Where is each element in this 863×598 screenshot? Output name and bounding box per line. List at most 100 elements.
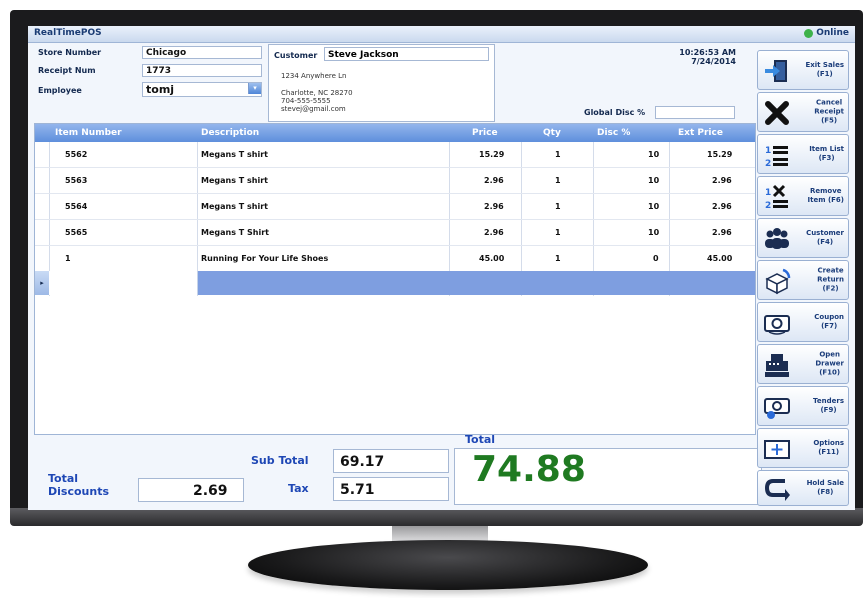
- open-drawer-label-1: Open: [819, 350, 841, 359]
- app-title: RealTimePOS: [34, 28, 102, 38]
- cell-price: 15.29: [479, 150, 505, 159]
- customer-btn-key: (F4): [817, 238, 834, 246]
- cell-ext-price: 2.96: [712, 228, 732, 237]
- store-number-label: Store Number: [38, 48, 102, 57]
- cell-qty: 1: [555, 202, 561, 211]
- cell-disc: 10: [648, 228, 660, 237]
- cell-description: Running For Your Life Shoes: [201, 254, 329, 263]
- svg-text:1: 1: [765, 188, 771, 198]
- table-row[interactable]: 5564 Megans T shirt 2.96 1 10 2.96: [35, 194, 755, 220]
- cell-qty: 1: [555, 228, 561, 237]
- pos-window: RealTimePOS Online Store Number Chicago …: [28, 26, 855, 510]
- item-list-button[interactable]: 1 2 Item List (F3): [757, 134, 849, 174]
- col-price[interactable]: Price: [472, 128, 498, 138]
- row-pointer-icon: ▸: [35, 271, 49, 295]
- create-return-label-2: Return: [817, 275, 844, 284]
- customer-button[interactable]: Customer (F4): [757, 218, 849, 258]
- col-description[interactable]: Description: [201, 128, 259, 138]
- cell-item-number: 1: [65, 254, 71, 263]
- cell-description: Megans T shirt: [201, 150, 268, 159]
- cell-price: 2.96: [484, 176, 504, 185]
- svg-text:1: 1: [765, 146, 771, 156]
- remove-icon: 1 2: [765, 184, 788, 211]
- tenders-button[interactable]: Tenders (F9): [757, 386, 849, 426]
- coupon-label: Coupon: [814, 313, 844, 321]
- hold-sale-button[interactable]: Hold Sale (F8): [757, 470, 849, 506]
- exit-sales-label: Exit Sales: [805, 61, 844, 69]
- customer-address: 1234 Anywhere Ln: [281, 72, 347, 80]
- remove-item-button[interactable]: 1 2 Remove Item (F6): [757, 176, 849, 216]
- return-icon: [765, 268, 791, 295]
- tax-label: Tax: [288, 482, 309, 495]
- table-row[interactable]: 5565 Megans T Shirt 2.96 1 10 2.96: [35, 220, 755, 246]
- options-button[interactable]: Options (F11): [757, 428, 849, 468]
- tenders-label: Tenders: [813, 397, 844, 405]
- title-bar: RealTimePOS Online: [28, 26, 855, 43]
- create-return-button[interactable]: Create Return (F2): [757, 260, 849, 300]
- receipt-num-label: Receipt Num: [38, 66, 96, 75]
- cell-description: Megans T shirt: [201, 202, 268, 211]
- subtotal-field: 69.17: [333, 449, 449, 473]
- customer-name-field[interactable]: Steve Jackson: [324, 47, 489, 61]
- cell-description: Megans T shirt: [201, 176, 268, 185]
- store-number-field[interactable]: Chicago: [142, 46, 262, 59]
- options-key: (F11): [818, 448, 840, 456]
- item-list-label: Item List: [809, 145, 844, 153]
- table-row[interactable]: 5563 Megans T shirt 2.96 1 10 2.96: [35, 168, 755, 194]
- col-ext-price[interactable]: Ext Price: [678, 128, 723, 138]
- cancel-icon: [765, 101, 789, 125]
- total-value: 74.88: [472, 449, 586, 490]
- cell-ext-price: 45.00: [707, 254, 733, 263]
- remove-item-key: Item (F6): [807, 196, 844, 204]
- col-disc[interactable]: Disc %: [597, 128, 630, 138]
- create-return-key: (F2): [822, 284, 839, 293]
- global-disc-label: Global Disc %: [584, 108, 646, 117]
- exit-sales-button[interactable]: Exit Sales (F1): [757, 50, 849, 90]
- online-status: Online: [804, 28, 849, 38]
- cell-qty: 1: [555, 150, 561, 159]
- total-discounts-label-2: Discounts: [48, 485, 109, 498]
- employee-value: tomj: [146, 83, 175, 96]
- exit-icon: [765, 60, 787, 82]
- col-item-number[interactable]: Item Number: [55, 128, 122, 138]
- monitor-stand: [248, 540, 648, 590]
- cancel-receipt-button[interactable]: Cancel Receipt (F5): [757, 92, 849, 132]
- cell-item-number: 5563: [65, 176, 88, 185]
- cancel-receipt-label-1: Cancel: [816, 98, 843, 107]
- chevron-down-icon[interactable]: ▾: [248, 83, 261, 94]
- cell-item-number: 5562: [65, 150, 88, 159]
- coupon-key: (F7): [821, 322, 838, 330]
- cell-ext-price: 2.96: [712, 202, 732, 211]
- cell-description: Megans T Shirt: [201, 228, 269, 237]
- items-grid: Item Number Description Price Qty Disc %…: [34, 123, 756, 435]
- table-row[interactable]: 5562 Megans T shirt 15.29 1 10 15.29: [35, 142, 755, 168]
- customer-city: Charlotte, NC 28270: [281, 89, 353, 97]
- customer-label: Customer: [274, 51, 318, 60]
- global-disc-input[interactable]: [655, 106, 735, 119]
- options-label: Options: [813, 439, 844, 447]
- open-drawer-key: (F10): [819, 368, 841, 377]
- new-row[interactable]: ▸: [35, 271, 755, 295]
- tenders-key: (F9): [820, 406, 837, 414]
- col-qty[interactable]: Qty: [543, 128, 561, 138]
- options-icon: [764, 440, 790, 459]
- online-icon: [804, 28, 814, 38]
- employee-select[interactable]: tomj ▾: [142, 82, 262, 97]
- svg-text:2: 2: [765, 159, 771, 169]
- cancel-receipt-key: (F5): [821, 116, 838, 125]
- tenders-icon: [764, 398, 790, 419]
- remove-item-label: Remove: [809, 187, 842, 195]
- create-return-label-1: Create: [817, 266, 844, 275]
- receipt-num-field[interactable]: 1773: [142, 64, 262, 77]
- online-label: Online: [816, 28, 849, 38]
- item-list-key: (F3): [818, 154, 835, 162]
- coupon-button[interactable]: Coupon (F7): [757, 302, 849, 342]
- cell-price: 2.96: [484, 202, 504, 211]
- customer-panel: Customer Steve Jackson 1234 Anywhere Ln …: [268, 44, 495, 122]
- new-row-item-cell[interactable]: [49, 271, 198, 295]
- table-row[interactable]: 1 Running For Your Life Shoes 45.00 1 0 …: [35, 246, 755, 272]
- hold-icon: [764, 479, 790, 501]
- subtotal-label: Sub Total: [251, 454, 309, 467]
- open-drawer-button[interactable]: Open Drawer (F10): [757, 344, 849, 384]
- total-discounts-field: 2.69: [138, 478, 244, 502]
